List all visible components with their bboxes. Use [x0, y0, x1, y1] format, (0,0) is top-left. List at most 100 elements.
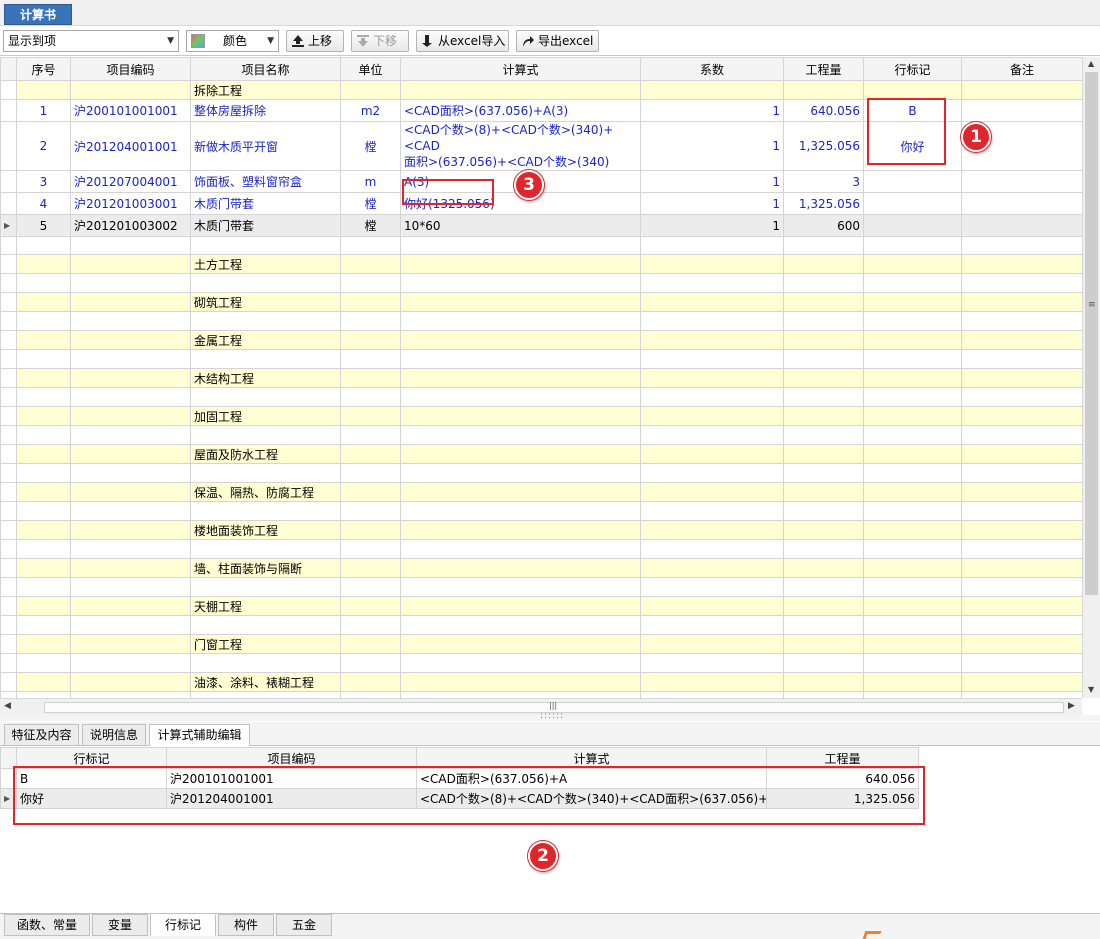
section-row[interactable]: 保温、隔热、防腐工程 — [0, 482, 1082, 502]
tab-hardware[interactable]: 五金 — [276, 914, 332, 936]
grid-cell[interactable] — [961, 80, 1082, 100]
grid-cell[interactable] — [400, 273, 641, 293]
row-indicator[interactable] — [0, 311, 17, 331]
no-cell[interactable]: 4 — [16, 192, 71, 215]
scroll-left-icon[interactable]: ◀ — [4, 701, 11, 711]
grid-cell[interactable] — [783, 406, 864, 426]
grid-cell[interactable] — [783, 539, 864, 559]
grid-cell[interactable] — [783, 330, 864, 350]
formula-cell[interactable]: <CAD面积>(637.056)+A(3) — [400, 99, 641, 122]
section-name-cell[interactable]: 金属工程 — [190, 330, 341, 350]
grid-cell[interactable] — [70, 672, 191, 692]
grid-cell[interactable] — [783, 387, 864, 407]
grid-cell[interactable] — [16, 520, 71, 540]
section-name-cell[interactable]: 屋面及防水工程 — [190, 444, 341, 464]
grid-cell[interactable] — [783, 349, 864, 369]
grid-cell[interactable] — [400, 634, 641, 654]
blank-row[interactable] — [0, 577, 1082, 597]
grid-cell[interactable] — [863, 387, 962, 407]
grid-cell[interactable] — [400, 577, 641, 597]
grid-cell[interactable] — [70, 558, 191, 578]
no-cell[interactable]: 2 — [16, 121, 71, 171]
grid-cell[interactable] — [783, 520, 864, 540]
col-header-code[interactable]: 项目编码 — [70, 57, 191, 81]
grid-cell[interactable] — [340, 596, 401, 616]
grid-cell[interactable] — [190, 425, 341, 445]
grid-cell[interactable] — [863, 273, 962, 293]
grid-cell[interactable] — [340, 311, 401, 331]
grid-cell[interactable] — [340, 80, 401, 100]
section-name-cell[interactable]: 油漆、涂料、裱糊工程 — [190, 672, 341, 692]
grid-cell[interactable] — [70, 236, 191, 255]
blank-row[interactable] — [0, 349, 1082, 369]
grid-cell[interactable] — [961, 634, 1082, 654]
row-indicator[interactable] — [0, 330, 17, 350]
grid-cell[interactable] — [640, 463, 784, 483]
grid-cell[interactable] — [70, 311, 191, 331]
section-row[interactable]: 木结构工程 — [0, 368, 1082, 388]
grid-cell[interactable] — [16, 273, 71, 293]
grid-cell[interactable] — [863, 653, 962, 673]
move-down-button[interactable]: 下移 — [351, 30, 409, 52]
row-indicator[interactable] — [0, 672, 17, 692]
section-name-cell[interactable]: 加固工程 — [190, 406, 341, 426]
grid-cell[interactable] — [961, 406, 1082, 426]
grid-cell[interactable] — [640, 501, 784, 521]
row-mark-cell[interactable] — [863, 214, 962, 237]
grid-cell[interactable] — [190, 615, 341, 635]
section-row[interactable]: 加固工程 — [0, 406, 1082, 426]
row-indicator[interactable]: ▶ — [0, 214, 17, 237]
grid-cell[interactable] — [340, 482, 401, 502]
grid-cell[interactable] — [961, 520, 1082, 540]
row-indicator[interactable] — [0, 596, 17, 616]
grid-cell[interactable] — [640, 482, 784, 502]
grid-cell[interactable] — [961, 596, 1082, 616]
section-name-cell[interactable]: 墙、柱面装饰与隔断 — [190, 558, 341, 578]
grid-cell[interactable] — [640, 596, 784, 616]
grid-cell[interactable] — [640, 615, 784, 635]
scroll-right-icon[interactable]: ▶ — [1068, 701, 1075, 711]
grid-cell[interactable] — [70, 330, 191, 350]
grid-cell[interactable] — [863, 330, 962, 350]
grid-cell[interactable] — [640, 254, 784, 274]
grid-cell[interactable] — [863, 558, 962, 578]
grid-cell[interactable] — [190, 501, 341, 521]
tab-formula-assist[interactable]: 计算式辅助编辑 — [149, 724, 250, 746]
grid-cell[interactable] — [640, 330, 784, 350]
grid-cell[interactable] — [16, 254, 71, 274]
grid-cell[interactable] — [400, 236, 641, 255]
grid-cell[interactable] — [340, 463, 401, 483]
unit-cell[interactable]: m2 — [340, 99, 401, 122]
grid-cell[interactable] — [340, 615, 401, 635]
section-row[interactable]: 屋面及防水工程 — [0, 444, 1082, 464]
row-indicator[interactable] — [0, 99, 17, 122]
calc-book-tab[interactable]: 计算书 — [4, 4, 72, 25]
grid-cell[interactable] — [16, 672, 71, 692]
tab-variables[interactable]: 变量 — [92, 914, 148, 936]
grid-cell[interactable] — [783, 596, 864, 616]
unit-cell[interactable]: 樘 — [340, 214, 401, 237]
row-indicator[interactable] — [0, 634, 17, 654]
row-indicator[interactable] — [0, 80, 17, 100]
grid-cell[interactable] — [340, 406, 401, 426]
move-up-button[interactable]: 上移 — [286, 30, 344, 52]
grid-cell[interactable] — [783, 463, 864, 483]
grid-cell[interactable] — [783, 254, 864, 274]
note-cell[interactable] — [961, 214, 1082, 237]
grid-cell[interactable] — [400, 672, 641, 692]
row-indicator[interactable] — [0, 425, 17, 445]
grid-cell[interactable] — [70, 292, 191, 312]
grid-cell[interactable] — [863, 482, 962, 502]
row-indicator[interactable] — [0, 501, 17, 521]
grid-cell[interactable] — [400, 615, 641, 635]
grid-cell[interactable] — [783, 653, 864, 673]
grid-cell[interactable] — [70, 615, 191, 635]
name-cell[interactable]: 饰面板、塑料窗帘盒 — [190, 170, 341, 193]
section-row[interactable]: 油漆、涂料、裱糊工程 — [0, 672, 1082, 692]
grid-cell[interactable] — [863, 672, 962, 692]
row-indicator[interactable] — [0, 653, 17, 673]
coef-cell[interactable]: 1 — [640, 121, 784, 171]
section-row[interactable]: 砌筑工程 — [0, 292, 1082, 312]
row-indicator[interactable] — [0, 349, 17, 369]
grid-cell[interactable] — [961, 482, 1082, 502]
